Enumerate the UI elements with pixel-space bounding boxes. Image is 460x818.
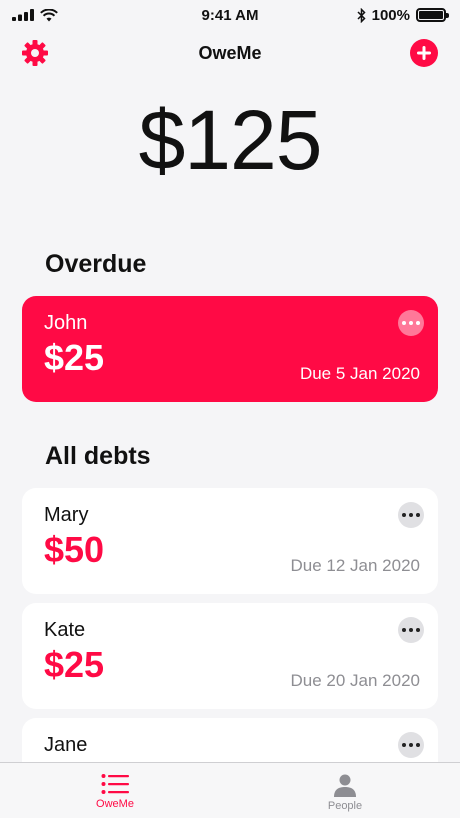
tab-oweme[interactable]: OweMe xyxy=(0,763,230,818)
more-dot-icon xyxy=(402,321,406,325)
due-date: Due 20 Jan 2020 xyxy=(290,671,421,690)
more-dot-icon xyxy=(416,743,420,747)
more-dot-icon xyxy=(409,321,413,325)
battery-icon xyxy=(416,8,449,22)
wifi-icon xyxy=(40,8,58,21)
more-dot-icon xyxy=(402,628,406,632)
overdue-debt-card[interactable]: John $25 Due 5 Jan 2020 xyxy=(22,296,438,402)
more-dot-icon xyxy=(402,513,406,517)
tab-label: OweMe xyxy=(96,798,134,810)
more-options-button[interactable] xyxy=(398,502,424,528)
due-date: Due 12 Jan 2020 xyxy=(290,556,421,575)
debtor-name: Kate xyxy=(44,619,86,641)
total-amount: $125 xyxy=(138,93,323,187)
more-options-button[interactable] xyxy=(398,732,424,758)
debtor-name: John xyxy=(44,312,88,334)
more-dot-icon xyxy=(409,628,413,632)
battery-fill xyxy=(419,11,443,19)
more-options-button[interactable] xyxy=(398,617,424,643)
debt-card[interactable]: Mary $50 Due 12 Jan 2020 xyxy=(22,488,438,594)
debtor-name: Jane xyxy=(44,734,88,756)
add-debt-button[interactable] xyxy=(410,39,438,67)
battery-percent: 100% xyxy=(371,6,410,24)
plus-icon xyxy=(417,46,431,60)
more-options-button[interactable] xyxy=(398,310,424,336)
signal-icon xyxy=(12,9,34,21)
debt-card[interactable]: Kate $25 Due 20 Jan 2020 xyxy=(22,603,438,709)
all-debts-section-title: All debts xyxy=(45,442,151,470)
due-date: Due 5 Jan 2020 xyxy=(299,364,420,383)
list-icon xyxy=(101,774,129,794)
gear-icon xyxy=(22,40,48,66)
overdue-section-title: Overdue xyxy=(45,250,147,278)
tab-bar: OweMe People xyxy=(0,762,460,818)
more-dot-icon xyxy=(402,743,406,747)
more-dot-icon xyxy=(409,743,413,747)
debtor-name: Mary xyxy=(44,504,89,526)
tab-label: People xyxy=(327,800,363,812)
tab-people[interactable]: People xyxy=(230,763,460,818)
nav-bar: OweMe xyxy=(0,30,460,76)
person-icon xyxy=(334,774,356,797)
more-dot-icon xyxy=(416,628,420,632)
bluetooth-icon xyxy=(357,7,366,23)
more-dot-icon xyxy=(416,321,420,325)
status-left xyxy=(12,8,58,22)
more-dot-icon xyxy=(416,513,420,517)
status-bar: 9:41 AM 100% xyxy=(0,0,460,30)
settings-button[interactable] xyxy=(20,38,50,68)
more-dot-icon xyxy=(409,513,413,517)
status-right: 100% xyxy=(357,6,449,24)
nav-title: OweMe xyxy=(198,42,262,63)
